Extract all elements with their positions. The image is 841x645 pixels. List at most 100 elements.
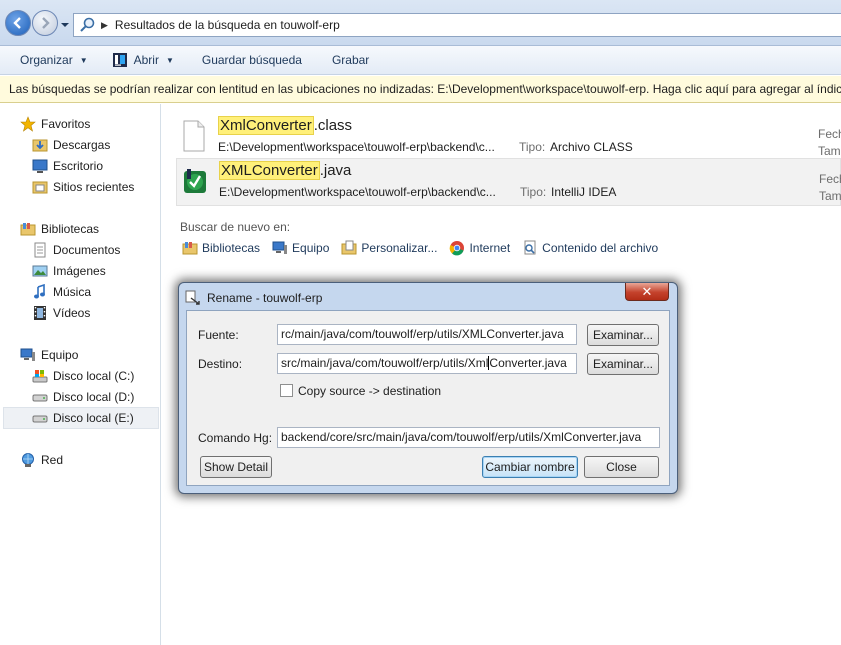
blank-file-icon (183, 120, 205, 152)
search-again-libraries[interactable]: Bibliotecas (182, 240, 260, 256)
nav-label: Favoritos (41, 117, 91, 131)
nav-label: Documentos (53, 243, 121, 257)
close-button[interactable]: Close (584, 456, 659, 478)
copy-checkbox[interactable] (280, 384, 293, 397)
videos-filmstrip-icon (34, 306, 46, 320)
recent-pages-dropdown-icon[interactable] (60, 20, 70, 30)
file-contents-search-icon (524, 240, 536, 255)
show-detail-button[interactable]: Show Detail (200, 456, 272, 478)
rename-dialog: Rename - touwolf-erp ✕ Fuente: rc/main/j… (178, 282, 678, 494)
link-label: Contenido del archivo (542, 241, 659, 255)
custom-folder-icon (341, 240, 357, 255)
dialog-title-bar[interactable]: Rename - touwolf-erp (185, 286, 322, 310)
breadcrumb[interactable]: Resultados de la búsqueda en touwolf-erp (115, 18, 340, 32)
nav-videos[interactable]: Vídeos (32, 303, 90, 323)
intellij-java-file-icon (184, 169, 206, 193)
nav-label: Descargas (53, 138, 111, 152)
arrow-right-icon (42, 17, 50, 29)
result-date-label: Fech (819, 172, 841, 186)
close-icon[interactable]: ✕ (625, 283, 669, 301)
search-folder-icon (80, 17, 95, 32)
result-filename: XmlConverter .class (218, 116, 353, 135)
nav-label: Vídeos (53, 306, 91, 320)
navigation-pane: Favoritos Descargas Escritorio Sitios re… (0, 104, 161, 645)
organize-label: Organizar (20, 53, 73, 67)
command-bar: Organizar ▼ Abrir ▼ Guardar búsqueda Gra… (0, 46, 841, 75)
recent-places-icon (32, 181, 48, 194)
nav-favoritos[interactable]: Favoritos (20, 114, 90, 134)
nav-label: Escritorio (53, 159, 104, 173)
destination-label: Destino: (198, 357, 243, 371)
browse-source-button[interactable]: Examinar... (587, 324, 659, 346)
star-icon (20, 116, 36, 132)
nav-disco-c[interactable]: Disco local (C:) (32, 366, 134, 386)
open-button[interactable]: Abrir ▼ (102, 46, 184, 74)
nav-descargas[interactable]: Descargas (32, 135, 110, 155)
chevron-down-icon: ▼ (79, 55, 88, 65)
result-type: Archivo CLASS (550, 140, 633, 154)
link-label: Internet (469, 241, 511, 255)
libraries-icon (20, 223, 36, 236)
filename-extension: .class (313, 117, 353, 134)
forward-button[interactable] (32, 10, 58, 36)
computer-icon (272, 241, 288, 254)
organize-button[interactable]: Organizar ▼ (10, 46, 98, 74)
search-again-custom[interactable]: Personalizar... (341, 240, 437, 256)
downloads-folder-icon (32, 139, 48, 152)
chevron-down-icon: ▼ (165, 55, 174, 65)
address-box[interactable]: ▶ Resultados de la búsqueda en touwolf-e… (73, 13, 841, 37)
nav-red[interactable]: Red (20, 450, 63, 470)
result-size-label: Tam (818, 144, 841, 158)
search-again-file-contents[interactable]: Contenido del archivo (522, 240, 658, 256)
burn-button[interactable]: Grabar (322, 46, 379, 74)
drive-icon (32, 394, 48, 402)
nav-disco-d[interactable]: Disco local (D:) (32, 387, 134, 407)
hg-command-label: Comando Hg: (198, 431, 273, 445)
hg-command-field[interactable]: backend/core/src/main/java/com/touwolf/e… (277, 427, 660, 448)
nav-escritorio[interactable]: Escritorio (32, 156, 103, 176)
destination-field[interactable]: src/main/java/com/touwolf/erp/utils/XmlC… (277, 353, 577, 374)
drive-icon (32, 415, 48, 423)
search-again-label: Buscar de nuevo en: (180, 220, 291, 234)
index-info-bar[interactable]: Las búsquedas se podrían realizar con le… (0, 76, 841, 103)
destination-text-after-cursor: Converter.java (489, 356, 567, 370)
back-button[interactable] (5, 10, 31, 36)
browse-destination-button[interactable]: Examinar... (587, 353, 659, 375)
breadcrumb-arrow-icon[interactable]: ▶ (101, 20, 108, 31)
source-field[interactable]: rc/main/java/com/touwolf/erp/utils/XMLCo… (277, 324, 577, 345)
documents-icon (34, 242, 46, 258)
nav-musica[interactable]: Música (32, 282, 91, 302)
dialog-body: Fuente: rc/main/java/com/touwolf/erp/uti… (186, 310, 670, 486)
nav-bibliotecas[interactable]: Bibliotecas (20, 219, 99, 239)
open-label: Abrir (133, 53, 159, 67)
nav-documentos[interactable]: Documentos (32, 240, 120, 260)
result-type-label: Tipo: (519, 140, 546, 154)
nav-imagenes[interactable]: Imágenes (32, 261, 106, 281)
intellij-icon (112, 53, 127, 67)
address-bar-area: ▶ Resultados de la búsqueda en touwolf-e… (0, 0, 841, 46)
result-item[interactable]: XmlConverter .class E:\Development\worksp… (176, 114, 841, 162)
nav-label: Sitios recientes (53, 180, 135, 194)
nav-label: Música (53, 285, 92, 299)
nav-equipo[interactable]: Equipo (20, 345, 78, 365)
search-match-highlight: XmlConverter (218, 116, 314, 135)
copy-checkbox-label[interactable]: Copy source -> destination (298, 384, 441, 398)
rename-button[interactable]: Cambiar nombre (482, 456, 578, 478)
network-icon (22, 453, 34, 467)
result-type: IntelliJ IDEA (551, 185, 617, 199)
result-item[interactable]: XMLConverter .java E:\Development\workspa… (176, 158, 841, 206)
nav-sitios-recientes[interactable]: Sitios recientes (32, 177, 134, 197)
pictures-icon (32, 265, 48, 277)
search-again-computer[interactable]: Equipo (272, 240, 329, 256)
nav-label: Disco local (E:) (53, 411, 134, 425)
dialog-title: Rename - touwolf-erp (207, 291, 323, 305)
music-note-icon (34, 284, 45, 299)
nav-label: Bibliotecas (41, 222, 100, 236)
search-again-internet[interactable]: Internet (449, 240, 510, 256)
libraries-icon (182, 242, 198, 255)
chrome-icon (450, 241, 465, 256)
link-label: Equipo (292, 241, 330, 255)
system-drive-icon (32, 370, 48, 383)
nav-disco-e[interactable]: Disco local (E:) (3, 407, 159, 429)
save-search-button[interactable]: Guardar búsqueda (192, 46, 312, 74)
